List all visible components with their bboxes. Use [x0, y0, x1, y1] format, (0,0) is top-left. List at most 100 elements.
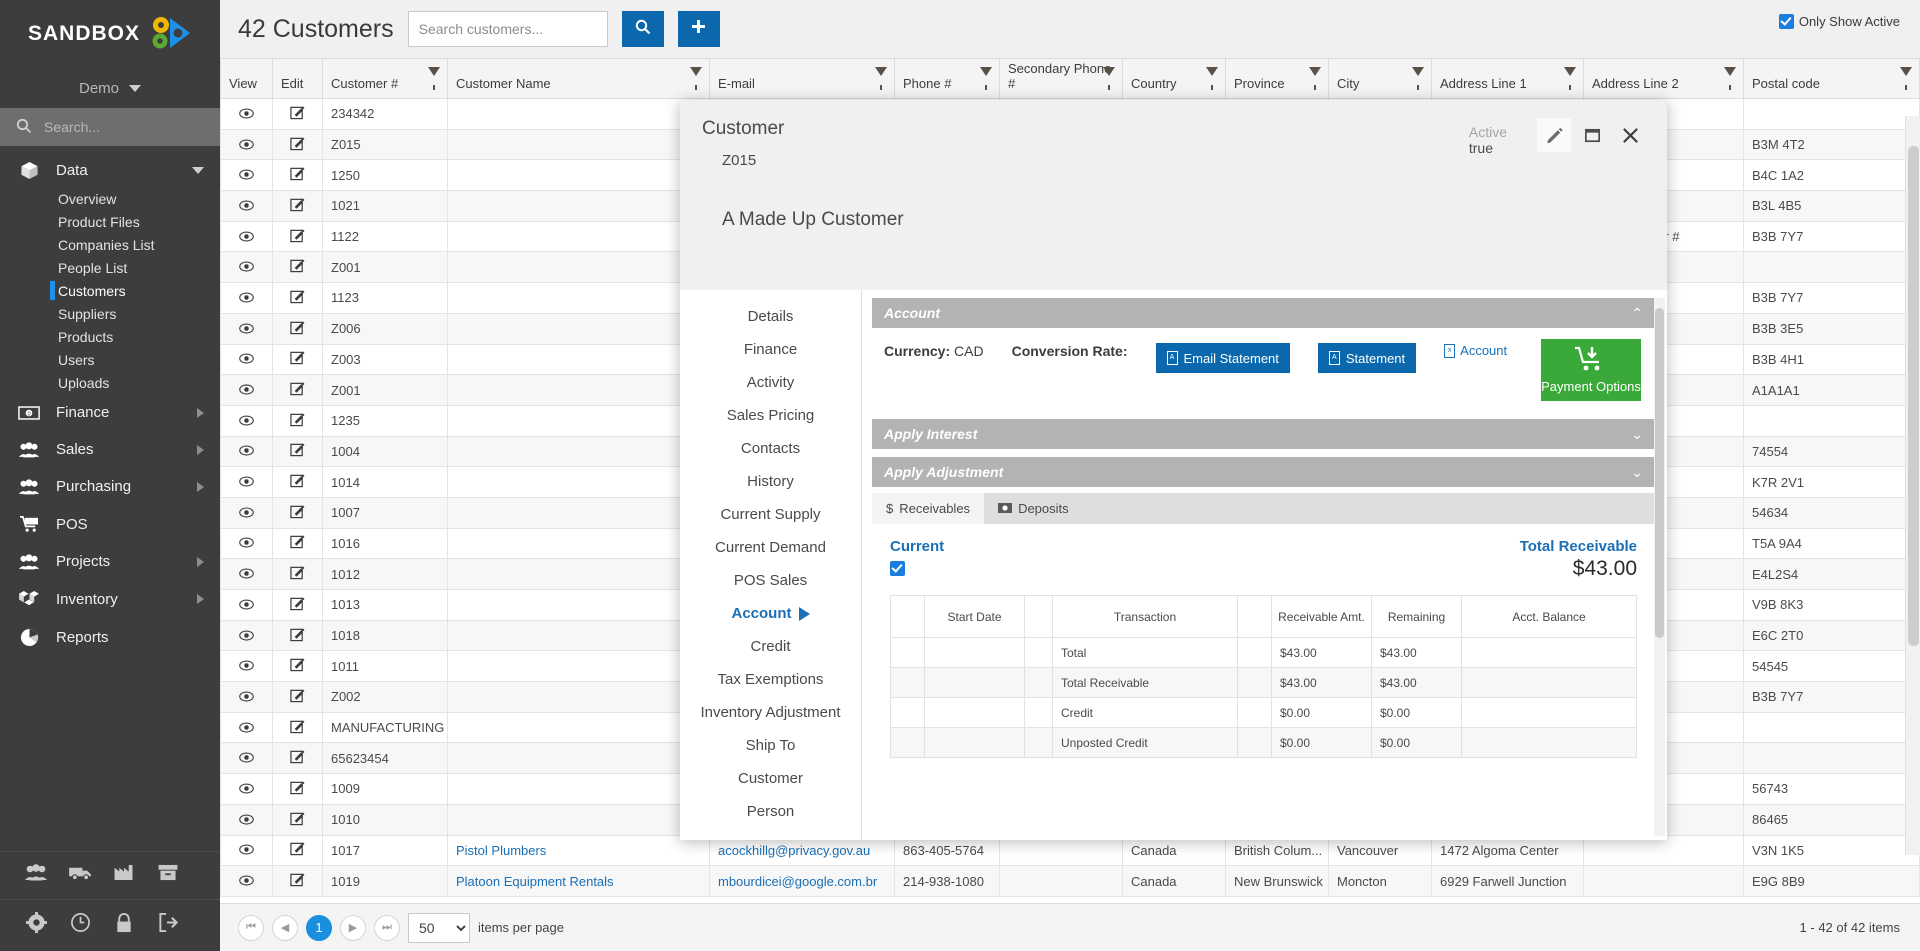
close-icon[interactable]: [1613, 118, 1647, 152]
view-cell[interactable]: [220, 803, 273, 836]
only-show-active-checkbox[interactable]: [1778, 14, 1794, 29]
view-cell[interactable]: [220, 496, 273, 529]
payment-options-button[interactable]: Payment Options: [1541, 339, 1641, 401]
grid-vertical-scrollbar[interactable]: [1905, 116, 1920, 855]
view-cell[interactable]: [220, 466, 273, 498]
edit-cell[interactable]: [272, 128, 323, 161]
edit-cell[interactable]: [272, 343, 323, 376]
chevron-down-icon[interactable]: ⌄: [1631, 464, 1643, 481]
sidebar-group-sales[interactable]: Sales: [0, 431, 220, 468]
factory-icon[interactable]: [102, 864, 146, 887]
statement-button[interactable]: A Statement: [1317, 343, 1417, 373]
email-statement-button[interactable]: A Email Statement: [1155, 343, 1290, 373]
edit-cell[interactable]: [272, 435, 323, 468]
customer-name-link[interactable]: Pistol Plumbers: [456, 843, 546, 858]
edit-cell[interactable]: [272, 834, 323, 867]
modal-tab-person[interactable]: Person: [680, 795, 861, 828]
edit-cell[interactable]: [272, 742, 323, 775]
modal-tab-credit[interactable]: Credit: [680, 630, 861, 663]
view-cell[interactable]: [220, 650, 273, 683]
eye-icon[interactable]: [239, 259, 254, 275]
receivables-row[interactable]: Total $43.00 $43.00: [890, 637, 1637, 668]
edit-icon[interactable]: [290, 842, 305, 859]
apply-adjustment-section-header[interactable]: Apply Adjustment ⌄: [872, 457, 1655, 487]
eye-icon[interactable]: [239, 812, 254, 828]
sidebar-item-suppliers[interactable]: Suppliers: [0, 302, 220, 325]
sidebar-group-reports[interactable]: Reports: [0, 618, 220, 657]
customer-name-link[interactable]: Platoon Equipment Rentals: [456, 874, 614, 889]
modal-vertical-scrollbar[interactable]: [1654, 298, 1665, 836]
next-page-button[interactable]: ▶: [340, 914, 366, 941]
edit-icon[interactable]: [290, 413, 305, 430]
edit-icon[interactable]: [290, 198, 305, 215]
sidebar-item-people-list[interactable]: People List: [0, 256, 220, 279]
edit-cell[interactable]: [272, 190, 323, 222]
gear-icon[interactable]: [14, 912, 58, 939]
edit-cell[interactable]: [272, 803, 323, 836]
edit-cell[interactable]: [272, 466, 323, 498]
sidebar-group-purchasing[interactable]: Purchasing: [0, 468, 220, 505]
recv-col-receivable-amt[interactable]: Receivable Amt.: [1271, 595, 1372, 638]
eye-icon[interactable]: [239, 443, 254, 459]
edit-icon[interactable]: [290, 658, 305, 675]
edit-icon[interactable]: [290, 474, 305, 491]
last-page-button[interactable]: ⏭: [374, 914, 400, 941]
column-header-address-line-2[interactable]: Address Line 2: [1583, 58, 1744, 99]
logout-icon[interactable]: [146, 912, 190, 939]
column-header-email[interactable]: E-mail: [709, 58, 895, 99]
column-header-secondary-phone[interactable]: Secondary Phone #: [999, 58, 1123, 99]
account-export-link[interactable]: x Account: [1444, 343, 1507, 358]
filter-icon[interactable]: [690, 67, 702, 90]
view-cell[interactable]: [220, 312, 273, 345]
view-cell[interactable]: [220, 558, 273, 590]
eye-icon[interactable]: [239, 842, 254, 858]
eye-icon[interactable]: [239, 474, 254, 490]
first-page-button[interactable]: ⏮: [238, 914, 264, 941]
view-cell[interactable]: [220, 374, 273, 406]
filter-icon[interactable]: [980, 67, 992, 90]
filter-icon[interactable]: [1564, 67, 1576, 90]
sidebar-search-input[interactable]: [44, 119, 204, 135]
eye-icon[interactable]: [239, 198, 254, 214]
filter-icon[interactable]: [428, 67, 440, 90]
edit-cell[interactable]: [272, 619, 323, 652]
edit-icon[interactable]: [290, 228, 305, 246]
sidebar-group-data[interactable]: Data: [0, 154, 220, 187]
eye-icon[interactable]: [239, 535, 254, 551]
email-link[interactable]: mbourdicei@google.com.br: [718, 874, 877, 889]
edit-icon[interactable]: [290, 535, 305, 552]
sidebar-group-projects[interactable]: Projects: [0, 543, 220, 580]
tenant-selector[interactable]: Demo: [0, 68, 220, 108]
view-cell[interactable]: [220, 220, 273, 253]
eye-icon[interactable]: [239, 566, 254, 582]
eye-icon[interactable]: [239, 873, 254, 889]
edit-cell[interactable]: [272, 558, 323, 590]
edit-icon[interactable]: [290, 505, 305, 522]
edit-icon[interactable]: [1537, 118, 1571, 152]
column-header-country[interactable]: Country: [1122, 58, 1226, 99]
eye-icon[interactable]: [239, 658, 254, 674]
column-header-customer-number[interactable]: Customer #: [322, 58, 448, 99]
prev-page-button[interactable]: ◀: [272, 914, 298, 941]
email-link[interactable]: acockhillg@privacy.gov.au: [718, 843, 870, 858]
sidebar-group-finance[interactable]: 0 Finance: [0, 394, 220, 431]
view-cell[interactable]: [220, 435, 273, 468]
brand-logo-area[interactable]: SANDBOX: [0, 0, 220, 68]
column-header-postal-code[interactable]: Postal code: [1743, 58, 1920, 99]
modal-tab-tax-exemptions[interactable]: Tax Exemptions: [680, 663, 861, 696]
view-cell[interactable]: [220, 190, 273, 222]
view-cell[interactable]: [220, 527, 273, 560]
recv-col-transaction[interactable]: Transaction: [1052, 595, 1238, 638]
modal-tab-current-supply[interactable]: Current Supply: [680, 498, 861, 531]
modal-tab-activity[interactable]: Activity: [680, 366, 861, 399]
edit-cell[interactable]: [272, 681, 323, 713]
recv-col-start-date[interactable]: Start Date: [924, 595, 1025, 638]
sidebar-item-users[interactable]: Users: [0, 348, 220, 371]
page-1-button[interactable]: 1: [306, 914, 332, 941]
lock-icon[interactable]: [102, 912, 146, 939]
receivables-row[interactable]: Unposted Credit $0.00 $0.00: [890, 727, 1637, 758]
edit-cell[interactable]: [272, 711, 323, 744]
eye-icon[interactable]: [239, 720, 254, 736]
edit-icon[interactable]: [290, 136, 305, 154]
modal-tab-current-demand[interactable]: Current Demand: [680, 531, 861, 564]
